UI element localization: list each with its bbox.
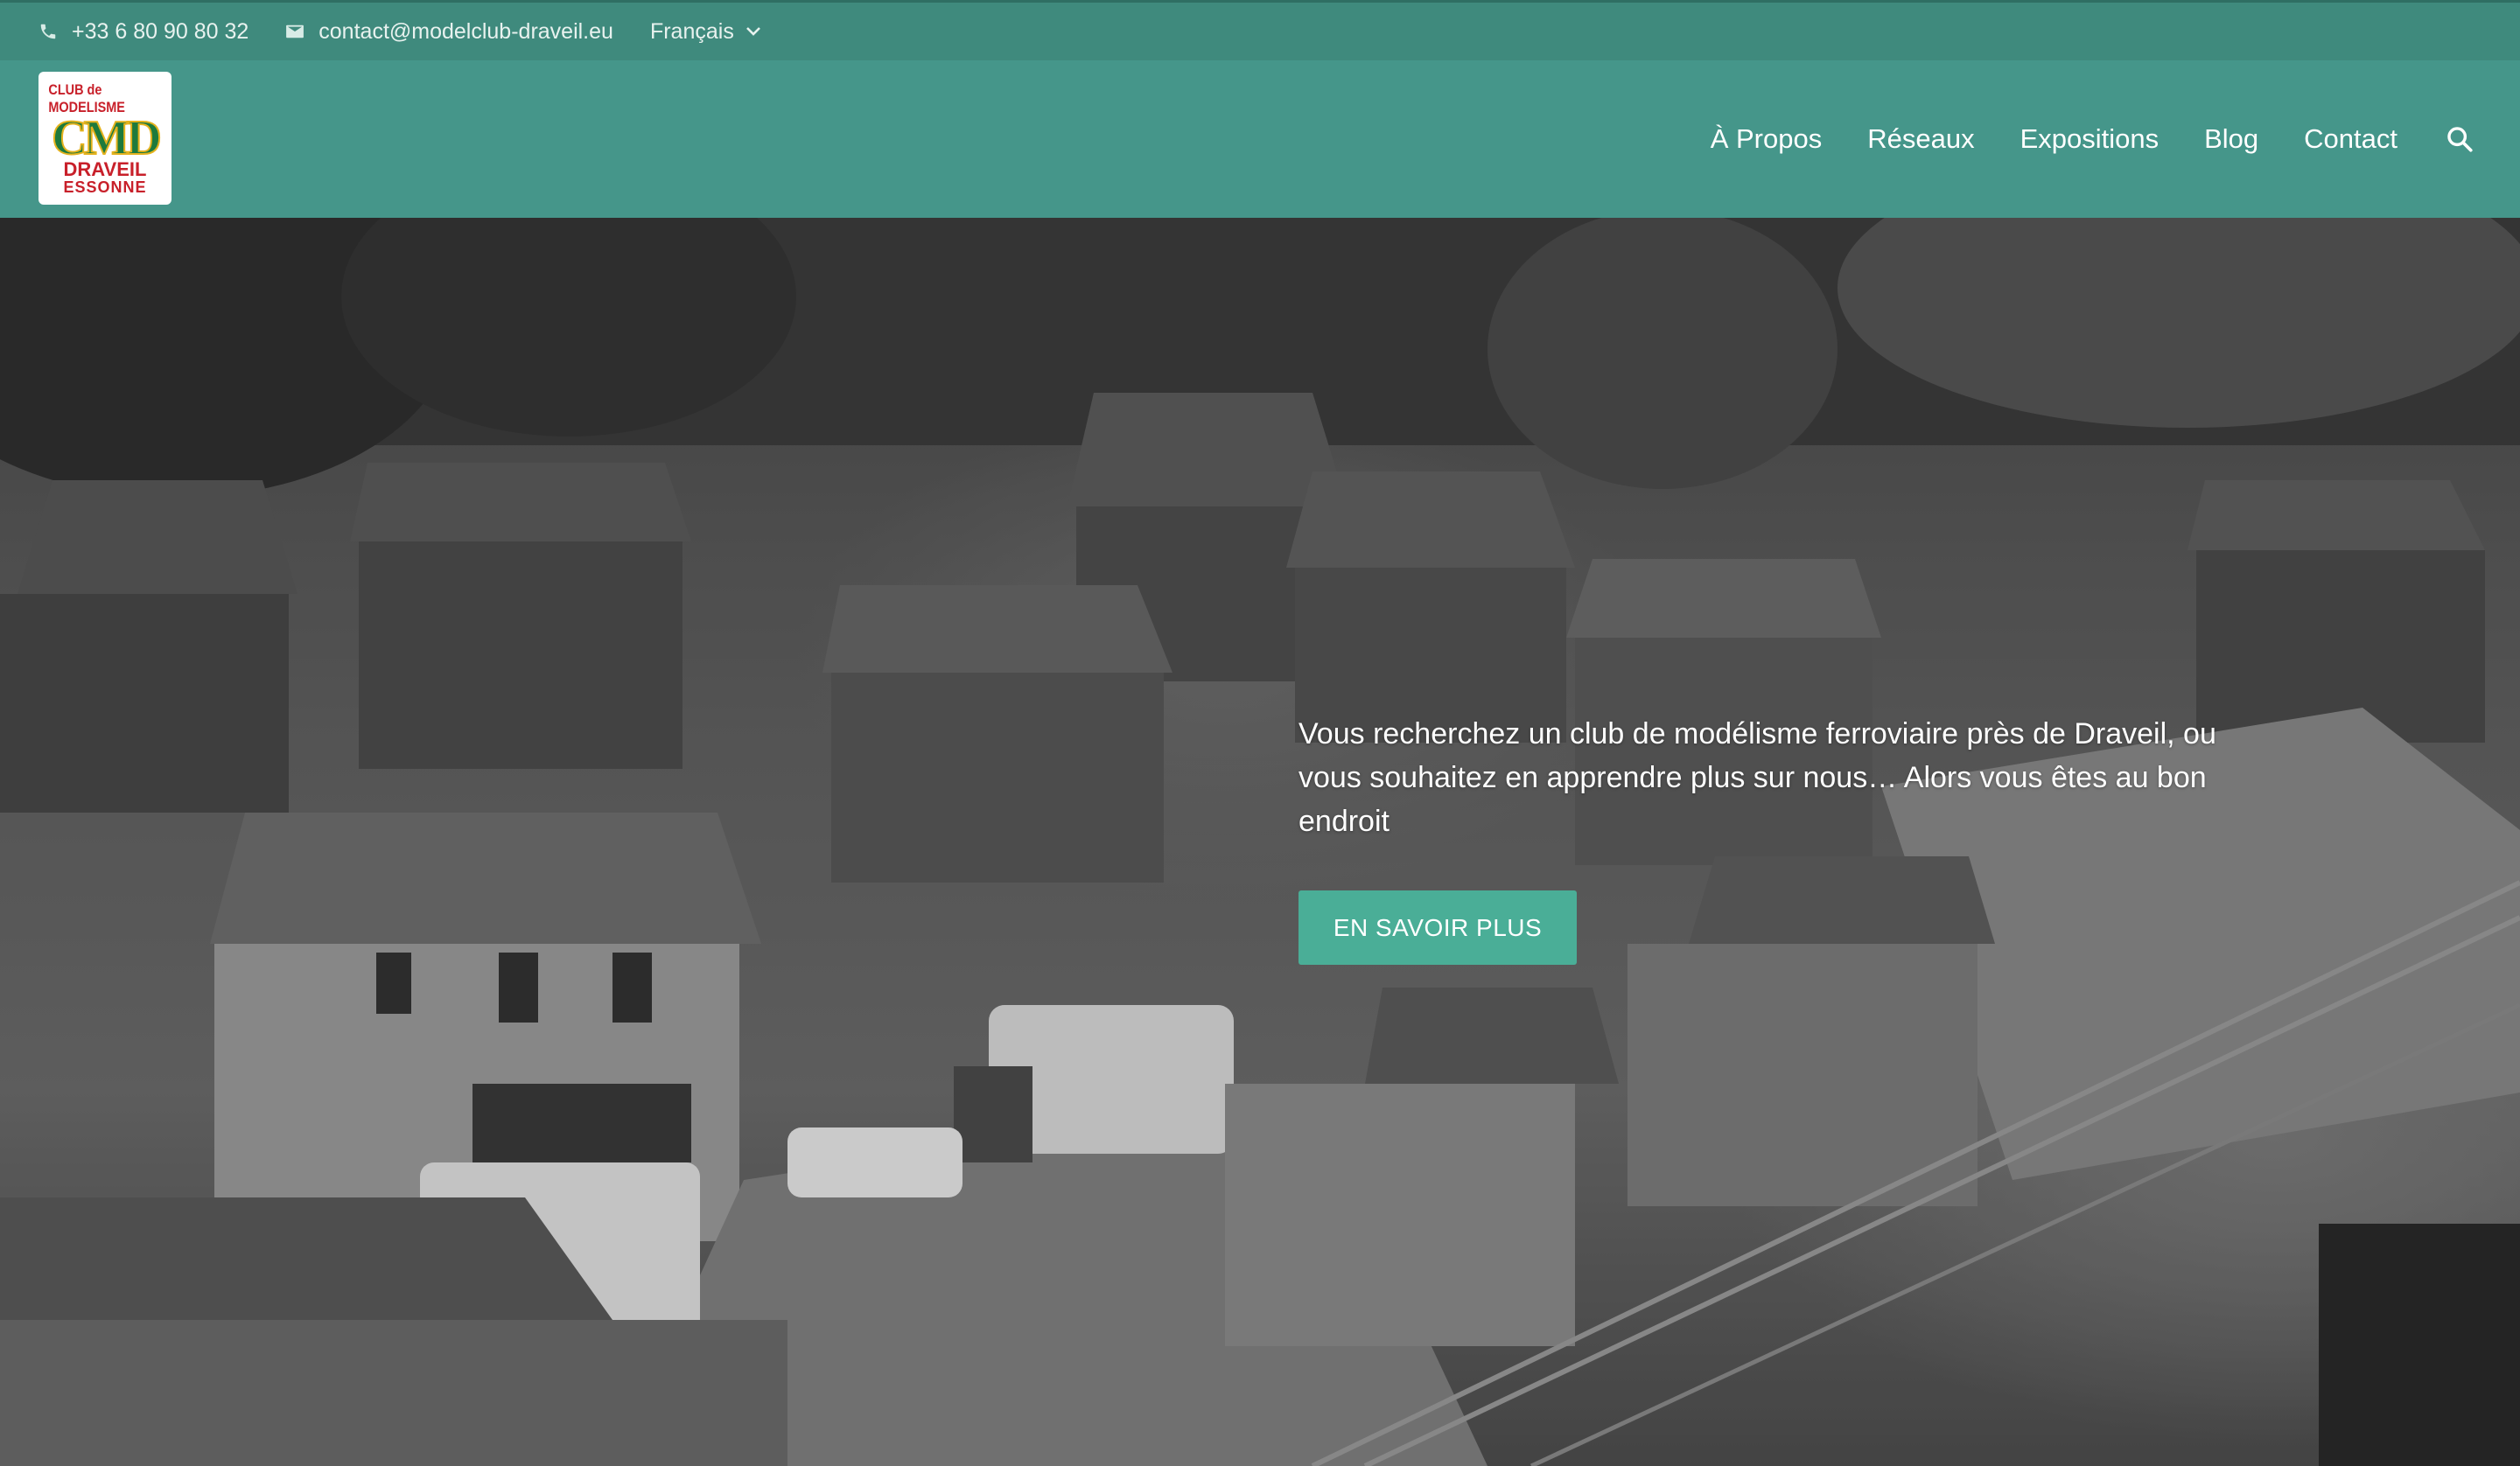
chevron-down-icon [746,27,760,36]
nav-item-contact[interactable]: Contact [2304,123,2398,155]
logo-club-text: CLUB de MODELISME [48,81,125,115]
nav-item-expositions[interactable]: Expositions [2020,123,2160,155]
top-contact-bar: +33 6 80 90 80 32 contact@modelclub-drav… [0,0,2520,60]
nav-item-blog[interactable]: Blog [2204,123,2258,155]
email-contact[interactable]: contact@modelclub-draveil.eu [285,19,613,45]
search-button[interactable] [2445,124,2474,154]
nav-item-reseaux[interactable]: Réseaux [1867,123,1974,155]
main-navigation: À Propos Réseaux Expositions Blog Contac… [1665,60,2520,218]
phone-contact[interactable]: +33 6 80 90 80 32 [38,19,248,45]
logo-draveil: DRAVEIL [63,158,147,180]
mail-icon [286,24,304,38]
language-selector[interactable]: Français [650,19,762,45]
hero-section: Vous recherchez un club de modélisme fer… [0,218,2520,1466]
email-address: contact@modelclub-draveil.eu [318,18,613,44]
hero-tagline: Vous recherchez un club de modélisme fer… [1298,717,2216,838]
search-icon [2447,127,2473,152]
site-header: CLUB de MODELISME CMD DRAVEIL ESSONNE À … [0,60,2520,218]
phone-number: +33 6 80 90 80 32 [72,18,249,44]
logo-essonne: ESSONNE [63,178,147,196]
site-logo[interactable]: CLUB de MODELISME CMD DRAVEIL ESSONNE [38,72,172,205]
logo-monogram: CMD [51,111,163,165]
learn-more-button[interactable]: EN SAVOIR PLUS [1298,890,1577,965]
nav-item-a-propos[interactable]: À Propos [1711,123,1823,155]
phone-icon [40,24,56,39]
language-label: Français [649,18,734,44]
